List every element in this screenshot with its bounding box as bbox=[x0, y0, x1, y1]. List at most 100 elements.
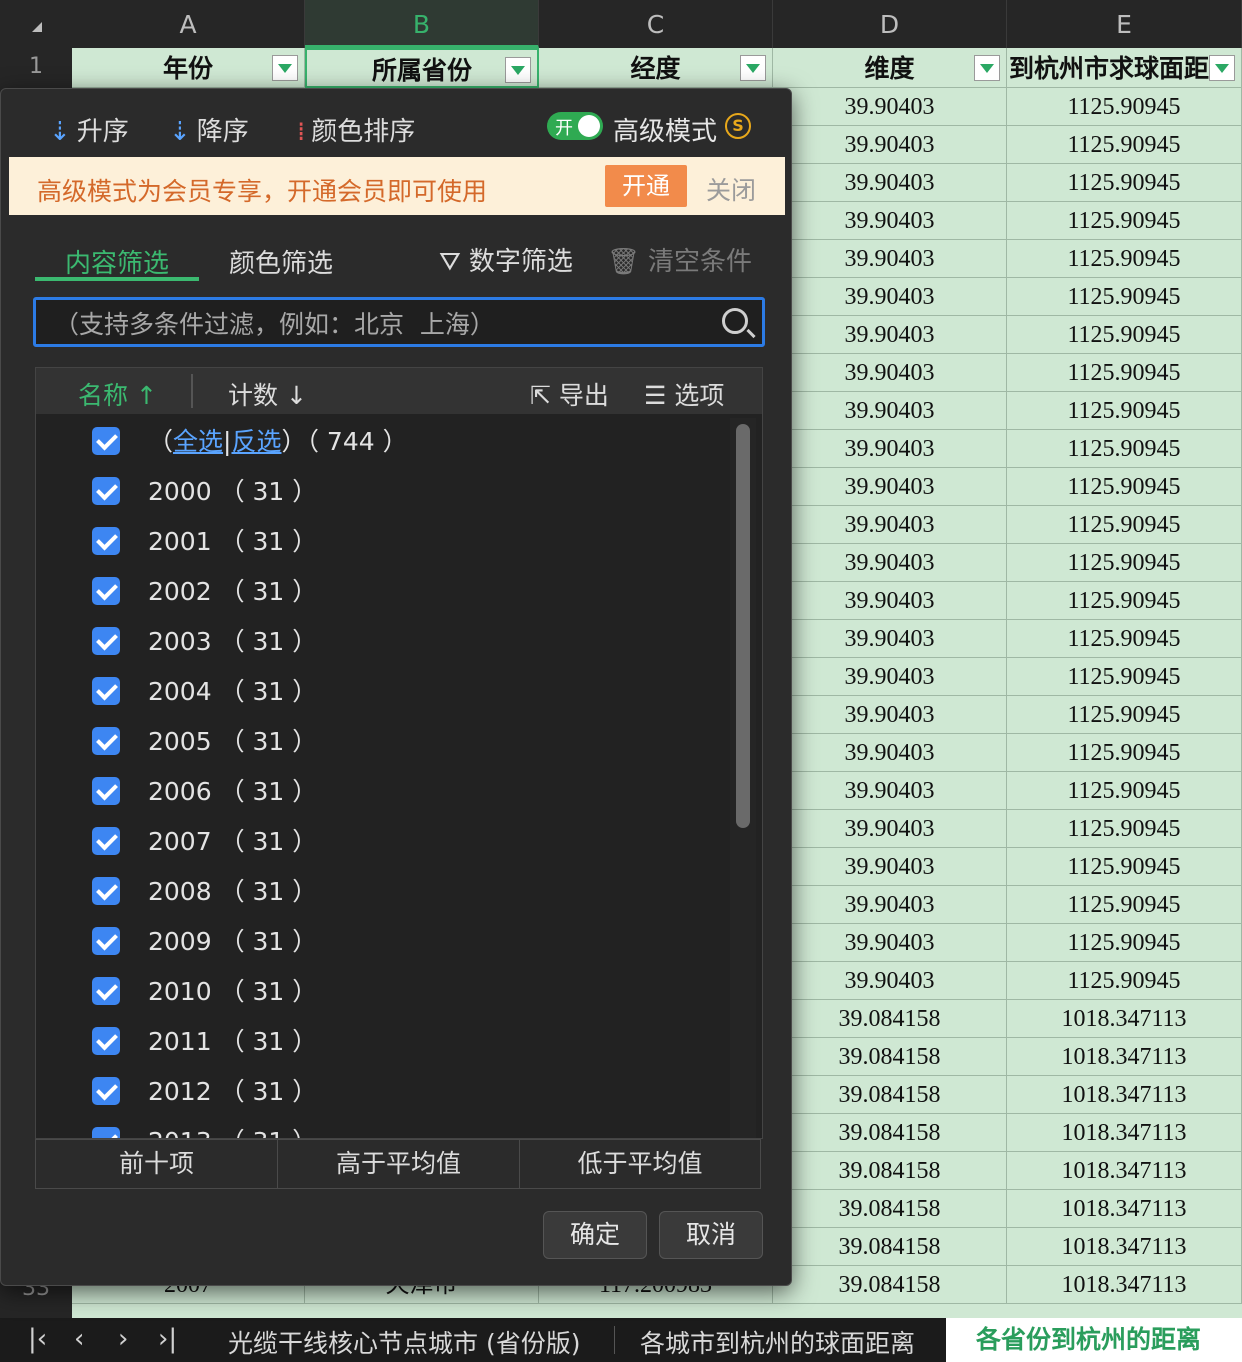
cell-distance[interactable]: 1018.347113 bbox=[1007, 1000, 1242, 1038]
cell-distance[interactable]: 1125.90945 bbox=[1007, 734, 1242, 772]
column-header-c[interactable]: C bbox=[539, 0, 773, 48]
last-sheet-icon[interactable]: ›| bbox=[158, 1324, 177, 1354]
sort-by-name-button[interactable]: 名称 ↑ bbox=[78, 376, 157, 412]
cell-latitude[interactable]: 39.90403 bbox=[773, 810, 1007, 848]
next-sheet-icon[interactable]: › bbox=[118, 1324, 128, 1354]
top-ten-button[interactable]: 前十项 bbox=[36, 1140, 278, 1188]
checkbox-checked-icon[interactable] bbox=[92, 677, 120, 705]
cell-latitude[interactable]: 39.90403 bbox=[773, 506, 1007, 544]
cell-distance[interactable]: 1125.90945 bbox=[1007, 316, 1242, 354]
checkbox-checked-icon[interactable] bbox=[92, 427, 120, 455]
cell-latitude[interactable]: 39.90403 bbox=[773, 164, 1007, 202]
header-cell-distance[interactable]: 到杭州市求球面距 bbox=[1007, 48, 1242, 88]
cell-distance[interactable]: 1018.347113 bbox=[1007, 1190, 1242, 1228]
prev-sheet-icon[interactable]: ‹ bbox=[74, 1324, 84, 1354]
cell-distance[interactable]: 1125.90945 bbox=[1007, 430, 1242, 468]
cell-latitude[interactable]: 39.90403 bbox=[773, 88, 1007, 126]
cell-distance[interactable]: 1125.90945 bbox=[1007, 962, 1242, 1000]
cell-distance[interactable]: 1125.90945 bbox=[1007, 278, 1242, 316]
filter-dropdown-icon[interactable] bbox=[505, 57, 531, 83]
cell-distance[interactable]: 1125.90945 bbox=[1007, 620, 1242, 658]
cell-distance[interactable]: 1125.90945 bbox=[1007, 886, 1242, 924]
header-cell-longitude[interactable]: 经度 bbox=[539, 48, 773, 88]
clear-conditions-button[interactable]: 🗑 清空条件 bbox=[607, 241, 752, 278]
checkbox-checked-icon[interactable] bbox=[92, 1127, 120, 1138]
cell-latitude[interactable]: 39.084158 bbox=[773, 1000, 1007, 1038]
cell-latitude[interactable]: 39.084158 bbox=[773, 1152, 1007, 1190]
cell-latitude[interactable]: 39.90403 bbox=[773, 468, 1007, 506]
column-header-b[interactable]: B bbox=[305, 0, 539, 48]
cell-latitude[interactable]: 39.90403 bbox=[773, 658, 1007, 696]
above-average-button[interactable]: 高于平均值 bbox=[278, 1140, 520, 1188]
select-all-corner[interactable] bbox=[0, 0, 73, 48]
checkbox-checked-icon[interactable] bbox=[92, 477, 120, 505]
cell-latitude[interactable]: 39.90403 bbox=[773, 544, 1007, 582]
checkbox-checked-icon[interactable] bbox=[92, 977, 120, 1005]
cell-latitude[interactable]: 39.084158 bbox=[773, 1190, 1007, 1228]
cell-latitude[interactable]: 39.90403 bbox=[773, 772, 1007, 810]
sort-desc-button[interactable]: ⇣ 降序 bbox=[169, 111, 249, 148]
cell-distance[interactable]: 1018.347113 bbox=[1007, 1152, 1242, 1190]
first-sheet-icon[interactable]: |‹ bbox=[28, 1324, 47, 1354]
cell-latitude[interactable]: 39.90403 bbox=[773, 316, 1007, 354]
cell-latitude[interactable]: 39.90403 bbox=[773, 620, 1007, 658]
checkbox-checked-icon[interactable] bbox=[92, 577, 120, 605]
cell-distance[interactable]: 1125.90945 bbox=[1007, 658, 1242, 696]
select-all-link[interactable]: 全选 bbox=[173, 427, 223, 456]
cell-distance[interactable]: 1125.90945 bbox=[1007, 924, 1242, 962]
export-button[interactable]: ⇱ 导出 bbox=[530, 376, 609, 412]
activate-button[interactable]: 开通 bbox=[605, 165, 687, 207]
cell-latitude[interactable]: 39.90403 bbox=[773, 848, 1007, 886]
tab-content-filter[interactable]: 内容筛选 bbox=[65, 243, 169, 280]
column-header-e[interactable]: E bbox=[1007, 0, 1242, 48]
checkbox-checked-icon[interactable] bbox=[92, 777, 120, 805]
cell-latitude[interactable]: 39.90403 bbox=[773, 924, 1007, 962]
cell-latitude[interactable]: 39.90403 bbox=[773, 126, 1007, 164]
cell-distance[interactable]: 1018.347113 bbox=[1007, 1114, 1242, 1152]
cell-distance[interactable]: 1125.90945 bbox=[1007, 696, 1242, 734]
cell-latitude[interactable]: 39.90403 bbox=[773, 430, 1007, 468]
cell-latitude[interactable]: 39.90403 bbox=[773, 278, 1007, 316]
cell-distance[interactable]: 1125.90945 bbox=[1007, 772, 1242, 810]
search-input[interactable] bbox=[52, 306, 716, 342]
cell-distance[interactable]: 1125.90945 bbox=[1007, 582, 1242, 620]
cell-distance[interactable]: 1125.90945 bbox=[1007, 354, 1242, 392]
column-header-d[interactable]: D bbox=[773, 0, 1007, 48]
cell-latitude[interactable]: 39.90403 bbox=[773, 240, 1007, 278]
cell-distance[interactable]: 1125.90945 bbox=[1007, 544, 1242, 582]
cell-latitude[interactable]: 39.90403 bbox=[773, 392, 1007, 430]
invert-selection-link[interactable]: 反选 bbox=[231, 427, 281, 456]
cell-distance[interactable]: 1018.347113 bbox=[1007, 1076, 1242, 1114]
header-cell-province[interactable]: 所属省份 bbox=[305, 48, 539, 88]
cancel-button[interactable]: 取消 bbox=[659, 1211, 763, 1259]
cell-latitude[interactable]: 39.084158 bbox=[773, 1266, 1007, 1304]
cell-distance[interactable]: 1125.90945 bbox=[1007, 164, 1242, 202]
cell-distance[interactable]: 1125.90945 bbox=[1007, 506, 1242, 544]
color-sort-button[interactable]: ⁞ 颜色排序 bbox=[297, 111, 415, 148]
cell-latitude[interactable]: 39.90403 bbox=[773, 354, 1007, 392]
cell-latitude[interactable]: 39.90403 bbox=[773, 582, 1007, 620]
header-cell-latitude[interactable]: 维度 bbox=[773, 48, 1007, 88]
checkbox-checked-icon[interactable] bbox=[92, 1027, 120, 1055]
filter-dropdown-icon[interactable] bbox=[974, 55, 1000, 81]
close-notice-button[interactable]: 关闭 bbox=[706, 171, 756, 207]
cell-distance[interactable]: 1018.347113 bbox=[1007, 1038, 1242, 1076]
cell-latitude[interactable]: 39.084158 bbox=[773, 1038, 1007, 1076]
cell-distance[interactable]: 1125.90945 bbox=[1007, 468, 1242, 506]
sheet-tab-province-distance[interactable]: 各省份到杭州的距离 bbox=[946, 1318, 1242, 1362]
checkbox-checked-icon[interactable] bbox=[92, 877, 120, 905]
sort-by-count-button[interactable]: 计数 ↓ bbox=[228, 376, 307, 412]
checkbox-checked-icon[interactable] bbox=[92, 927, 120, 955]
cell-latitude[interactable]: 39.90403 bbox=[773, 962, 1007, 1000]
row-number-1[interactable]: 1 bbox=[0, 54, 72, 79]
cell-distance[interactable]: 1125.90945 bbox=[1007, 240, 1242, 278]
checkbox-checked-icon[interactable] bbox=[92, 1077, 120, 1105]
sheet-tab-trunk-nodes[interactable]: 光缆干线核心节点城市 (省份版) bbox=[228, 1324, 580, 1360]
cell-latitude[interactable]: 39.084158 bbox=[773, 1228, 1007, 1266]
search-box[interactable] bbox=[33, 297, 765, 347]
cell-latitude[interactable]: 39.90403 bbox=[773, 886, 1007, 924]
cell-distance[interactable]: 1018.347113 bbox=[1007, 1228, 1242, 1266]
cell-latitude[interactable]: 39.90403 bbox=[773, 734, 1007, 772]
search-icon[interactable] bbox=[722, 308, 748, 334]
cell-distance[interactable]: 1125.90945 bbox=[1007, 392, 1242, 430]
